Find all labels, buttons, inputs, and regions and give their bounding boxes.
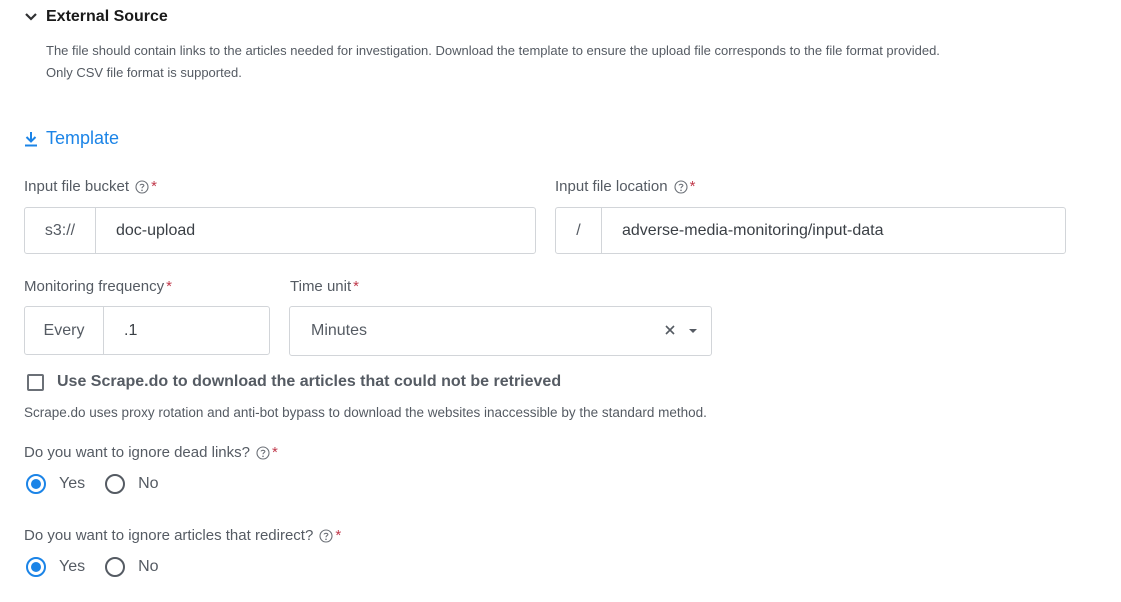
bucket-prefix: s3:// bbox=[25, 208, 96, 253]
help-icon[interactable] bbox=[135, 179, 149, 194]
section-description: The file should contain links to the art… bbox=[46, 40, 1096, 84]
description-line-1: The file should contain links to the art… bbox=[46, 43, 940, 58]
redirect-question: Do you want to ignore articles that redi… bbox=[24, 527, 341, 544]
location-prefix: / bbox=[556, 208, 602, 253]
redirect-no-radio[interactable] bbox=[105, 557, 126, 577]
redirect-no-label[interactable]: No bbox=[138, 558, 158, 576]
dead-links-yes-radio[interactable] bbox=[26, 474, 46, 494]
redirect-question-text: Do you want to ignore articles that redi… bbox=[24, 527, 314, 544]
required-mark: * bbox=[166, 278, 172, 295]
frequency-input-group[interactable]: Every .1 bbox=[24, 306, 270, 355]
bucket-input[interactable]: doc-upload bbox=[96, 208, 535, 253]
frequency-input[interactable]: .1 bbox=[104, 307, 269, 354]
caret-down-icon[interactable] bbox=[689, 328, 697, 334]
scrape-checkbox-label[interactable]: Use Scrape.do to download the articles t… bbox=[57, 373, 561, 391]
bucket-label-text: Input file bucket bbox=[24, 178, 130, 195]
required-mark: * bbox=[689, 178, 696, 195]
location-label-text: Input file location bbox=[555, 178, 668, 195]
required-mark: * bbox=[151, 178, 157, 195]
chevron-down-icon[interactable] bbox=[24, 10, 38, 24]
frequency-label-text: Monitoring frequency bbox=[24, 278, 165, 295]
redirect-yes-radio[interactable] bbox=[26, 557, 46, 577]
section-title: External Source bbox=[46, 8, 168, 25]
dead-links-no-label[interactable]: No bbox=[138, 475, 158, 493]
download-icon bbox=[25, 131, 37, 146]
location-input-group[interactable]: / adverse-media-monitoring/input-data bbox=[555, 207, 1066, 254]
dead-links-no-radio[interactable] bbox=[105, 474, 126, 494]
bucket-input-group[interactable]: s3:// doc-upload bbox=[24, 207, 536, 254]
template-label[interactable]: Template bbox=[46, 128, 119, 149]
time-unit-label-text: Time unit bbox=[290, 278, 352, 295]
dead-links-yes-label[interactable]: Yes bbox=[59, 475, 85, 493]
help-icon[interactable] bbox=[674, 179, 688, 194]
required-mark: * bbox=[353, 278, 359, 295]
time-unit-value: Minutes bbox=[311, 322, 368, 339]
scrape-checkbox-row[interactable]: Use Scrape.do to download the articles t… bbox=[27, 373, 561, 391]
time-unit-label: Time unit * bbox=[290, 278, 359, 295]
description-line-2: Only CSV file format is supported. bbox=[46, 65, 242, 80]
required-mark: * bbox=[271, 444, 278, 461]
dead-links-question-text: Do you want to ignore dead links? bbox=[24, 444, 250, 461]
template-download-link[interactable]: Template bbox=[24, 128, 119, 149]
scrape-checkbox[interactable] bbox=[27, 373, 44, 391]
dead-links-radio-group: Yes No bbox=[26, 474, 179, 494]
help-icon[interactable] bbox=[256, 445, 270, 460]
scrape-note: Scrape.do uses proxy rotation and anti-b… bbox=[24, 405, 707, 420]
time-unit-select[interactable]: Minutes bbox=[289, 306, 712, 356]
frequency-label: Monitoring frequency * bbox=[24, 278, 172, 295]
help-icon[interactable] bbox=[319, 528, 333, 543]
clear-icon[interactable] bbox=[663, 323, 677, 337]
section-header[interactable]: External Source bbox=[24, 8, 168, 26]
location-input[interactable]: adverse-media-monitoring/input-data bbox=[602, 208, 1065, 253]
location-label: Input file location * bbox=[555, 178, 695, 195]
frequency-prefix: Every bbox=[25, 307, 104, 354]
redirect-radio-group: Yes No bbox=[26, 557, 179, 577]
bucket-label: Input file bucket * bbox=[24, 178, 157, 195]
dead-links-question: Do you want to ignore dead links? * bbox=[24, 444, 278, 461]
required-mark: * bbox=[335, 527, 342, 544]
redirect-yes-label[interactable]: Yes bbox=[59, 558, 85, 576]
